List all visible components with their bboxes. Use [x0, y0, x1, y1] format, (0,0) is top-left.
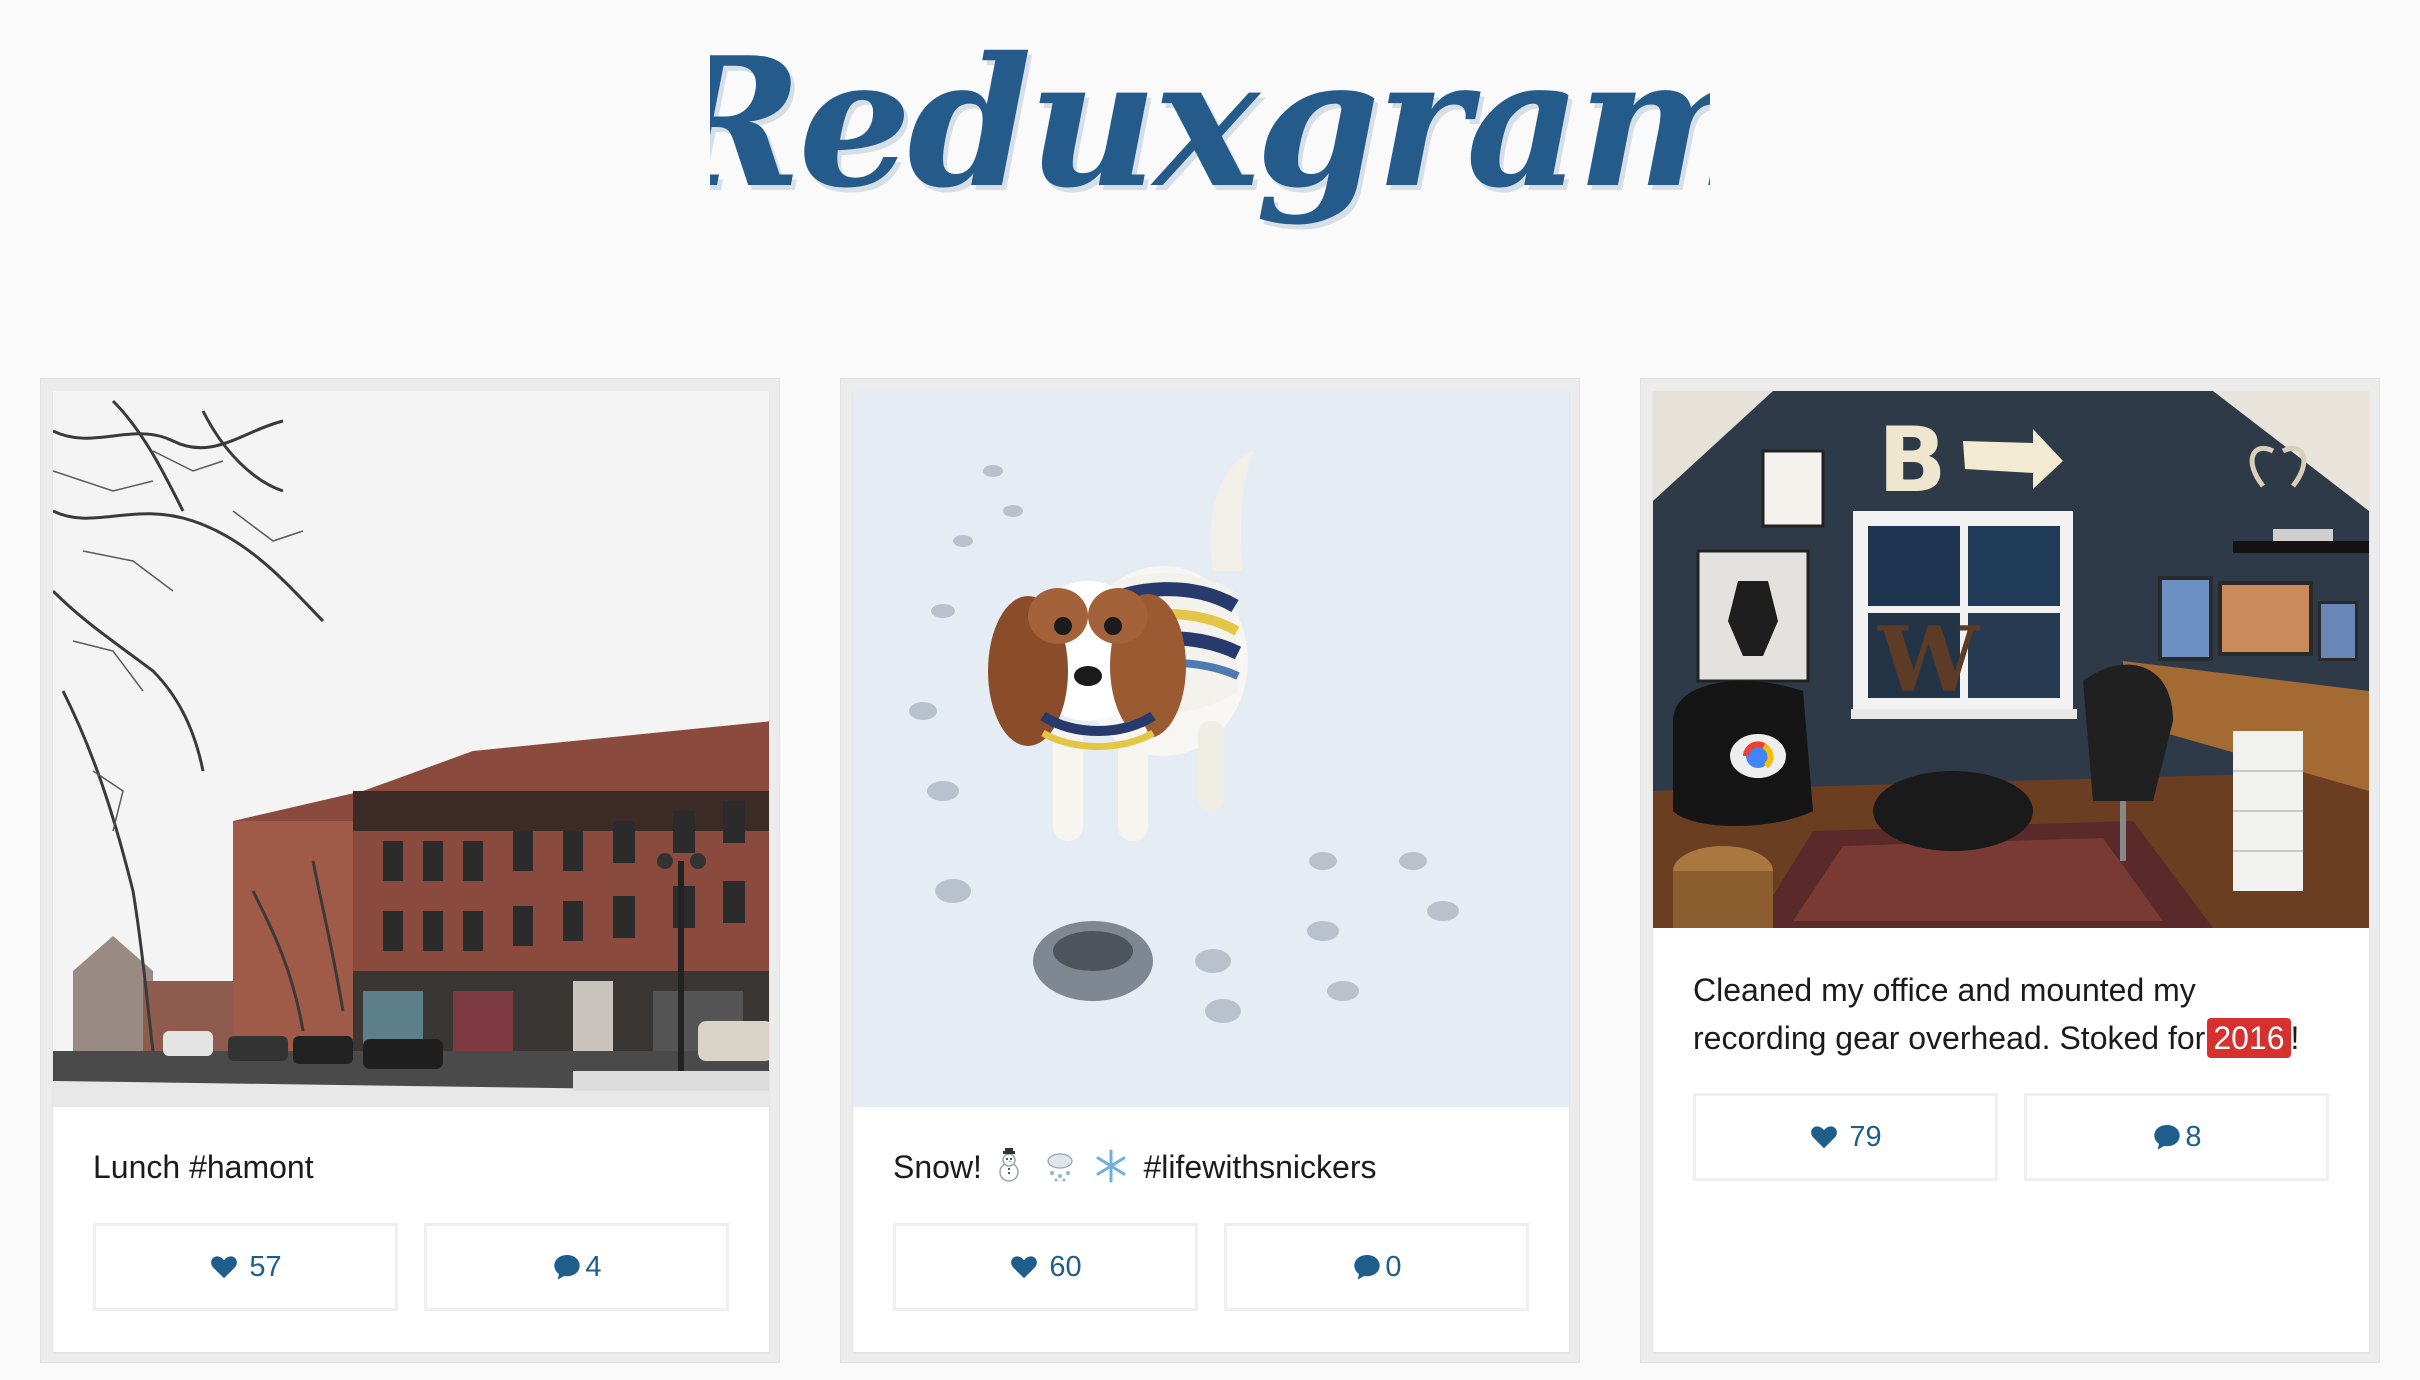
post-controls: 57 4 [93, 1223, 729, 1311]
header: Reduxgram Reduxgram [0, 25, 2420, 365]
snowman-icon [991, 1148, 1027, 1184]
snow-cloud-icon [1042, 1148, 1078, 1184]
post-photo[interactable]: W B [1653, 391, 2369, 928]
svg-text:B: B [1878, 408, 1947, 513]
photo-card-inner: W B Cleaned my office and mounted my rec… [1653, 391, 2369, 1352]
heart-icon [209, 1252, 239, 1282]
heart-icon [1809, 1122, 1839, 1152]
photo-card: Lunch #hamont 57 4 [40, 378, 780, 1363]
post-photo[interactable] [53, 391, 769, 1107]
comment-count: 4 [585, 1250, 602, 1283]
svg-text:W: W [1877, 607, 1981, 713]
speech-bubble-icon [1351, 1251, 1383, 1283]
speech-bubble-icon [2151, 1121, 2183, 1153]
post-controls: 60 0 [893, 1223, 1529, 1311]
post-controls: 79 8 [1693, 1093, 2329, 1181]
post-caption: Cleaned my office and mounted my recordi… [1693, 966, 2333, 1062]
comment-button[interactable]: 8 [2024, 1093, 2329, 1181]
comment-button[interactable]: 0 [1224, 1223, 1529, 1311]
logo-text: Reduxgram [710, 25, 1710, 227]
post-photo[interactable] [853, 391, 1569, 1107]
photo-card: Snow! #lifewithsnickers 60 0 [840, 378, 1580, 1363]
photo-card-inner: Lunch #hamont 57 4 [53, 391, 769, 1352]
caption-end: ! [2290, 1020, 2300, 1056]
like-count: 60 [1049, 1250, 1082, 1283]
post-caption: Lunch #hamont [93, 1149, 314, 1185]
speech-bubble-icon [551, 1251, 583, 1283]
office-photo-image: W B [1653, 391, 2369, 928]
like-count: 79 [1849, 1120, 1882, 1153]
comment-button[interactable]: 4 [424, 1223, 729, 1311]
photo-card: W B Cleaned my office and mounted my rec… [1640, 378, 2380, 1363]
caption-hashtag: #lifewithsnickers [1143, 1149, 1377, 1185]
reduxgram-app: Reduxgram Reduxgram Lunch #hamont 57 4 S… [0, 0, 2420, 1380]
post-caption: Snow! #lifewithsnickers [893, 1143, 1533, 1191]
reduxgram-logo[interactable]: Reduxgram Reduxgram [710, 25, 1710, 365]
like-button[interactable]: 57 [93, 1223, 398, 1311]
comment-count: 0 [1385, 1250, 1402, 1283]
snowflake-icon [1093, 1148, 1129, 1184]
hashtag-highlight[interactable]: 2016 [2207, 1018, 2291, 1058]
street-photo-image [53, 391, 769, 1107]
heart-icon [1009, 1252, 1039, 1282]
comment-count: 8 [2185, 1120, 2202, 1153]
dog-photo-image [853, 391, 1569, 1107]
like-count: 57 [249, 1250, 282, 1283]
like-button[interactable]: 60 [893, 1223, 1198, 1311]
caption-prefix: Snow! [893, 1149, 982, 1185]
like-button[interactable]: 79 [1693, 1093, 1998, 1181]
photo-card-inner: Snow! #lifewithsnickers 60 0 [853, 391, 1569, 1352]
caption-text: Cleaned my office and mounted my recordi… [1693, 972, 2206, 1056]
